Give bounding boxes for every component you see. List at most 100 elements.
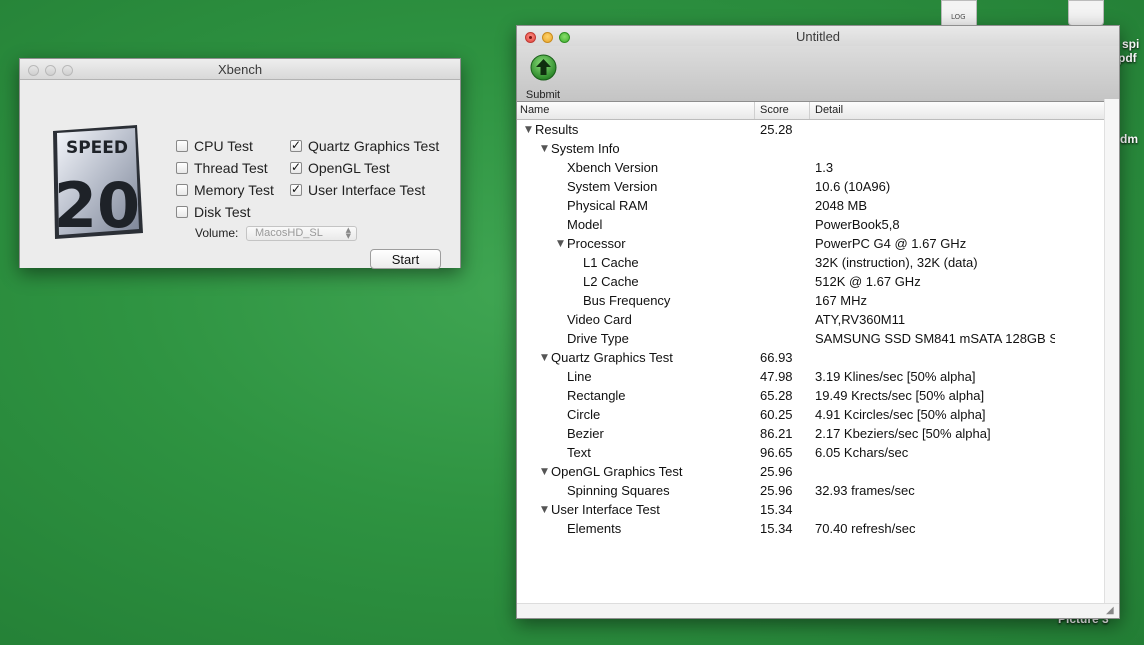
checkbox-label: Thread Test (194, 160, 268, 176)
desktop-item-label[interactable]: pdf (1118, 51, 1137, 65)
row-detail: 2.17 Kbeziers/sec [50% alpha] (815, 426, 991, 441)
volume-select-value: MacosHD_SL (255, 227, 323, 239)
resize-grip-icon[interactable]: ◢ (1106, 605, 1118, 617)
column-header: Name Score Detail (517, 102, 1119, 120)
outline-row[interactable]: Bezier 86.21 2.17 Kbeziers/sec [50% alpha] (517, 424, 1119, 443)
outline-row[interactable]: Video Card ATY,RV360M11 (517, 310, 1119, 329)
disclosure-triangle-icon[interactable]: ▼ (525, 125, 532, 135)
submit-label: Submit (525, 89, 561, 101)
row-name: User Interface Test (551, 502, 660, 517)
outline-row[interactable]: ▼ System Info (517, 139, 1119, 158)
checkbox-label: Memory Test (194, 182, 274, 198)
outline-row[interactable]: Bus Frequency 167 MHz (517, 291, 1119, 310)
disclosure-triangle-icon[interactable]: ▼ (541, 505, 548, 515)
desktop-file-icon[interactable] (1068, 0, 1104, 26)
row-name: Physical RAM (567, 198, 648, 213)
row-detail: ATY,RV360M11 (815, 312, 906, 327)
outline-row[interactable]: Spinning Squares 25.96 32.93 frames/sec (517, 481, 1119, 500)
outline-row[interactable]: Circle 60.25 4.91 Kcircles/sec [50% alpha] (517, 405, 1119, 424)
outline-row[interactable]: Rectangle 65.28 19.49 Krects/sec [50% alph… (517, 386, 1119, 405)
horizontal-scrollbar[interactable] (517, 603, 1119, 618)
outline-row[interactable]: L1 Cache 32K (instruction), 32K (data) (517, 253, 1119, 272)
xbench-body: SPEED 20 CPU Test Thread Test Memory Tes… (20, 80, 460, 269)
checkbox-label: CPU Test (194, 138, 253, 154)
disk-test-checkbox[interactable]: Disk Test (176, 204, 251, 220)
disclosure-triangle-icon[interactable]: ▼ (541, 467, 548, 477)
row-name: Bezier (567, 426, 604, 441)
row-name: Processor (567, 236, 626, 251)
column-header-score[interactable]: Score (760, 104, 789, 116)
row-name: Circle (567, 407, 601, 422)
checkbox-box[interactable] (290, 138, 302, 152)
outline-row[interactable]: System Version 10.6 (10A96) (517, 177, 1119, 196)
row-name: Rectangle (567, 388, 626, 403)
desktop-document-icon[interactable]: LOG (941, 0, 977, 26)
row-detail: 2048 MB (815, 198, 868, 213)
volume-select[interactable]: MacosHD_SL ▲ ▼ (246, 226, 357, 241)
disclosure-triangle-icon[interactable]: ▼ (541, 144, 548, 154)
volume-label: Volume: (195, 226, 239, 240)
outline-row[interactable]: ▼ User Interface Test 15.34 (517, 500, 1119, 519)
row-name: Spinning Squares (567, 483, 670, 498)
checkbox-label: Disk Test (194, 204, 251, 220)
checkbox-box[interactable] (290, 182, 302, 196)
row-name: System Info (551, 141, 620, 156)
checkbox-box[interactable] (176, 184, 188, 196)
outline-row[interactable]: Text 96.65 6.05 Kchars/sec (517, 443, 1119, 462)
vertical-scrollbar[interactable] (1104, 99, 1119, 604)
desktop-item-label[interactable]: spi (1122, 37, 1139, 51)
outline-row[interactable]: ▼ Processor PowerPC G4 @ 1.67 GHz (517, 234, 1119, 253)
disclosure-triangle-icon[interactable]: ▼ (557, 239, 564, 249)
start-button[interactable]: Start (370, 249, 441, 269)
row-score: 25.96 (760, 483, 793, 498)
row-detail: 3.19 Klines/sec [50% alpha] (815, 369, 976, 384)
submit-button[interactable]: Submit (524, 54, 562, 101)
checkbox-label: User Interface Test (308, 182, 426, 198)
thread-test-checkbox[interactable]: Thread Test (176, 160, 268, 176)
row-name: OpenGL Graphics Test (551, 464, 683, 479)
speed-logo-icon: SPEED 20 (53, 125, 143, 241)
row-detail: 512K @ 1.67 GHz (815, 274, 921, 289)
row-score: 25.96 (760, 464, 793, 479)
outline-row[interactable]: L2 Cache 512K @ 1.67 GHz (517, 272, 1119, 291)
xbench-window: Xbench SPEED 20 CPU Test Thread Test Mem… (19, 58, 461, 269)
speed-logo-text: SPEED (66, 138, 128, 158)
outline-row[interactable]: ▼ OpenGL Graphics Test 25.96 (517, 462, 1119, 481)
outline-row[interactable]: Xbench Version 1.3 (517, 158, 1119, 177)
checkbox-box[interactable] (176, 140, 188, 152)
checkbox-box[interactable] (176, 206, 188, 218)
quartz-graphics-test-checkbox[interactable]: Quartz Graphics Test (290, 138, 439, 154)
row-detail: 10.6 (10A96) (815, 179, 891, 194)
row-name: Quartz Graphics Test (551, 350, 673, 365)
checkbox-box[interactable] (290, 160, 302, 174)
outline-row[interactable]: ▼ Quartz Graphics Test 66.93 (517, 348, 1119, 367)
column-header-detail[interactable]: Detail (815, 104, 843, 116)
cpu-test-checkbox[interactable]: CPU Test (176, 138, 253, 154)
opengl-test-checkbox[interactable]: OpenGL Test (290, 160, 390, 176)
outline-row[interactable]: Physical RAM 2048 MB (517, 196, 1119, 215)
row-detail: 32.93 frames/sec (815, 483, 915, 498)
disclosure-triangle-icon[interactable]: ▼ (541, 353, 548, 363)
user-interface-test-checkbox[interactable]: User Interface Test (290, 182, 425, 198)
desktop-item-label[interactable]: dm (1120, 132, 1138, 146)
row-score: 65.28 (760, 388, 793, 403)
outline-row[interactable]: Model PowerBook5,8 (517, 215, 1119, 234)
toolbar: Submit (517, 46, 1119, 102)
outline-row[interactable]: Elements 15.34 70.40 refresh/sec (517, 519, 1119, 538)
row-score: 60.25 (760, 407, 793, 422)
row-score: 66.93 (760, 350, 793, 365)
outline-row[interactable]: Drive Type SAMSUNG SSD SM841 mSATA 128GB … (517, 329, 1119, 348)
outline-row[interactable]: Line 47.98 3.19 Klines/sec [50% alpha] (517, 367, 1119, 386)
row-name: Video Card (567, 312, 632, 327)
checkbox-box[interactable] (176, 162, 188, 174)
results-window: Untitled Submit Name Score Detail ▼ Resul… (516, 25, 1120, 619)
memory-test-checkbox[interactable]: Memory Test (176, 182, 274, 198)
desktop-document-label: LOG (951, 13, 966, 21)
window-title: Untitled (795, 29, 841, 44)
results-outline[interactable]: ▼ Results 25.28 ▼ System Info Xbench Version 1… (517, 120, 1119, 604)
column-header-name[interactable]: Name (520, 104, 549, 116)
xbench-titlebar[interactable]: Xbench (20, 59, 460, 80)
row-score: 47.98 (760, 369, 793, 384)
results-titlebar[interactable]: Untitled (517, 26, 1119, 46)
outline-row[interactable]: ▼ Results 25.28 (517, 120, 1119, 139)
